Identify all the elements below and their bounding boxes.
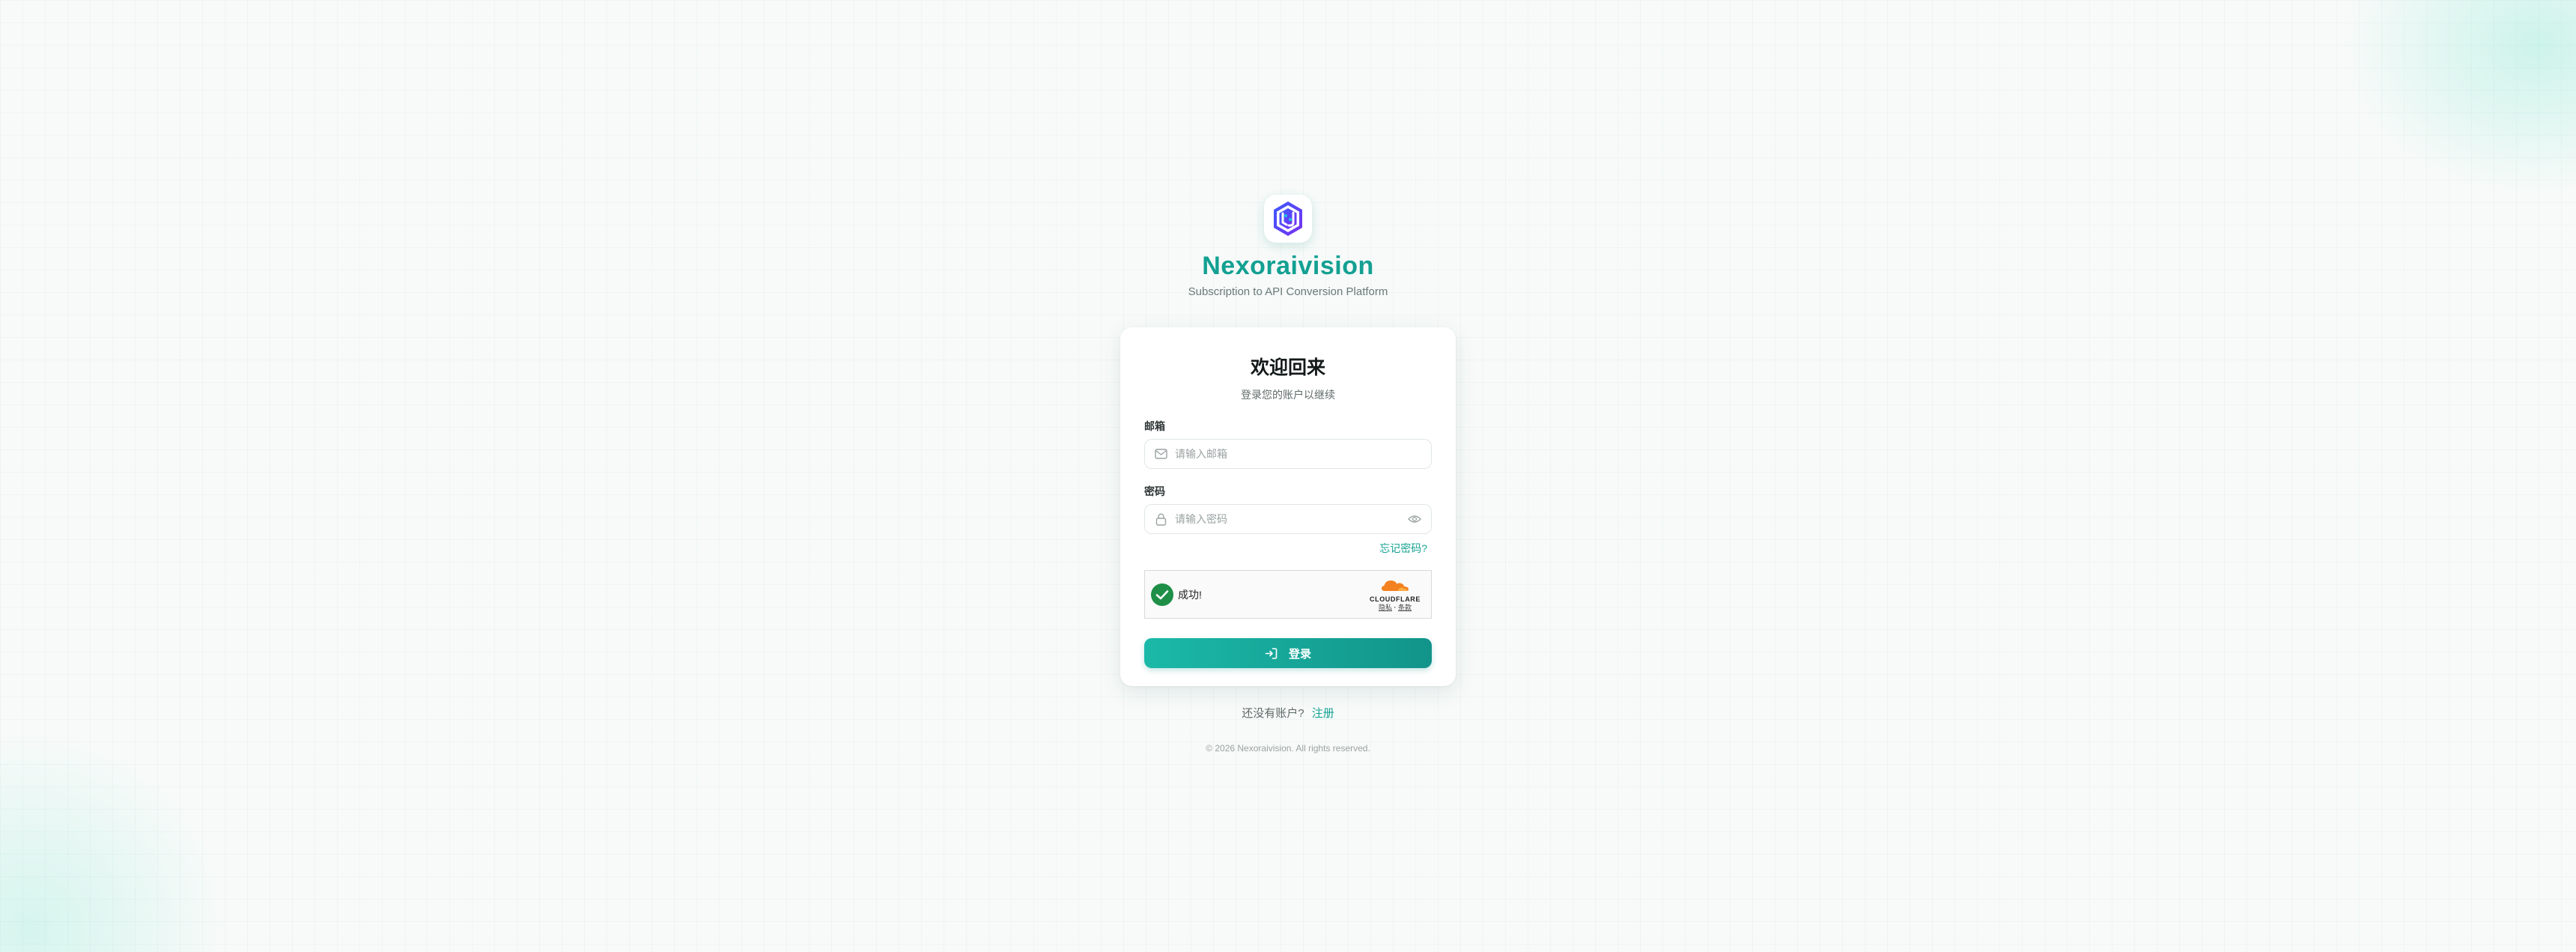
forgot-password-link[interactable]: 忘记密码?: [1379, 542, 1427, 554]
login-icon: [1265, 646, 1278, 660]
register-row: 还没有账户? 注册: [0, 705, 2576, 721]
email-field-wrapper[interactable]: [1144, 439, 1432, 469]
login-title: 欢迎回来: [1250, 357, 1325, 378]
link-separator: ·: [1394, 604, 1397, 611]
cloudflare-brand: CLOUDFLARE 隐私 · 条款: [1365, 578, 1425, 612]
brand-tagline: Subscription to API Conversion Platform: [1188, 285, 1388, 298]
hexagon-logo-icon: [1274, 201, 1302, 236]
email-input[interactable]: [1175, 448, 1422, 460]
captcha-widget[interactable]: 成功! CLOUDFLARE 隐私 · 条款: [1144, 570, 1432, 619]
logo-tile: [1264, 195, 1312, 243]
terms-link[interactable]: 条款: [1398, 604, 1412, 611]
forgot-row: 忘记密码?: [1144, 541, 1432, 556]
password-input[interactable]: [1175, 513, 1407, 525]
password-label: 密码: [1144, 485, 1165, 497]
success-check-icon: [1151, 583, 1173, 606]
brand-header: Nexoraivision Subscription to API Conver…: [0, 195, 2576, 298]
no-account-text: 还没有账户?: [1242, 707, 1304, 720]
cloudflare-cloud-icon: [1382, 580, 1409, 591]
mail-icon: [1154, 447, 1167, 461]
lock-icon: [1154, 512, 1167, 526]
register-link[interactable]: 注册: [1312, 707, 1334, 720]
login-button-label: 登录: [1288, 647, 1311, 661]
login-subtitle: 登录您的账户以继续: [1241, 389, 1335, 401]
brand-name: Nexoraivision: [1202, 252, 1374, 280]
login-button[interactable]: 登录: [1144, 638, 1432, 668]
captcha-links: 隐私 · 条款: [1365, 603, 1425, 612]
cloudflare-wordmark: CLOUDFLARE: [1370, 595, 1421, 603]
email-label: 邮箱: [1144, 420, 1165, 432]
captcha-status: 成功!: [1178, 588, 1202, 601]
privacy-link[interactable]: 隐私: [1379, 604, 1392, 611]
copyright: © 2026 Nexoraivision. All rights reserve…: [1206, 743, 1370, 754]
password-field-wrapper[interactable]: [1144, 504, 1432, 534]
eye-icon[interactable]: [1407, 512, 1422, 527]
login-card: 欢迎回来 登录您的账户以继续 邮箱 密码 忘记密码?: [1120, 327, 1456, 686]
